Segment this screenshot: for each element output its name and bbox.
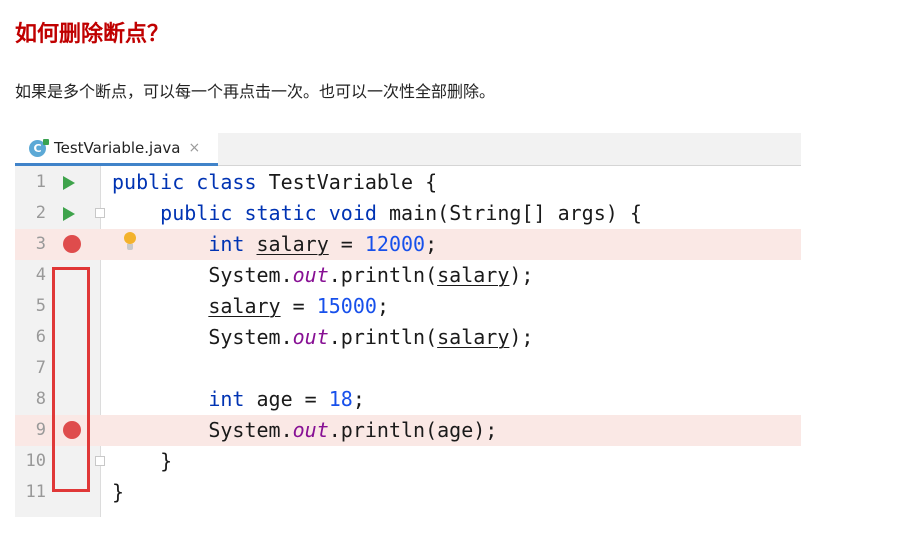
breakpoint-highlight-box xyxy=(52,267,90,492)
line-number: 8 xyxy=(35,389,46,409)
code-text: int salary = 12000; xyxy=(208,232,438,256)
code-line: 11 } xyxy=(15,477,801,508)
fold-icon[interactable] xyxy=(95,456,105,466)
code-line: 5 salary = 15000; xyxy=(15,291,801,322)
breakpoint-icon[interactable] xyxy=(63,235,81,253)
code-line: 8 int age = 18; xyxy=(15,384,801,415)
section-heading: 如何删除断点？ xyxy=(15,22,170,47)
code-line: 1 public class TestVariable { xyxy=(15,167,801,198)
code-text: System.out.println(salary); xyxy=(208,325,534,349)
line-number: 5 xyxy=(35,296,46,316)
code-line: 6 System.out.println(salary); xyxy=(15,322,801,353)
line-number: 6 xyxy=(35,327,46,347)
ide-editor-window: C TestVariable.java × 1 public class Tes… xyxy=(15,133,801,517)
line-number: 7 xyxy=(35,358,46,378)
line-number: 11 xyxy=(25,482,46,502)
line-number: 1 xyxy=(35,172,46,192)
breakpoint-line: 3 int salary = 12000; xyxy=(15,229,801,260)
code-text: System.out.println(salary); xyxy=(208,263,534,287)
run-icon[interactable] xyxy=(63,176,75,190)
close-icon[interactable]: × xyxy=(188,140,200,156)
code-text: int age = 18; xyxy=(208,387,365,411)
fold-icon[interactable] xyxy=(95,208,105,218)
code-line: 2 public static void main(String[] args)… xyxy=(15,198,801,229)
code-line: 10 } xyxy=(15,446,801,477)
code-text: System.out.println(age); xyxy=(208,418,498,442)
code-text: } xyxy=(112,480,125,504)
code-text: public class TestVariable { xyxy=(112,170,438,194)
run-icon[interactable] xyxy=(63,207,75,221)
java-class-icon: C xyxy=(29,138,49,157)
breakpoint-line: 9 System.out.println(age); xyxy=(15,415,801,446)
description-text: 如果是多个断点，可以每一个再点击一次。也可以一次性全部删除。 xyxy=(15,82,496,101)
line-number: 2 xyxy=(35,203,46,223)
code-text: } xyxy=(160,449,173,473)
line-number: 10 xyxy=(25,451,46,471)
code-text: salary = 15000; xyxy=(208,294,389,318)
code-editor[interactable]: 1 public class TestVariable { 2 public s… xyxy=(15,166,801,517)
line-number: 9 xyxy=(35,420,46,440)
code-text: public static void main(String[] args) { xyxy=(160,201,642,225)
editor-tab-bar: C TestVariable.java × xyxy=(15,133,801,166)
code-line: 4 System.out.println(salary); xyxy=(15,260,801,291)
line-number: 3 xyxy=(35,234,46,254)
line-number: 4 xyxy=(35,265,46,285)
code-line: 7 xyxy=(15,353,801,384)
tab-testvariable-java[interactable]: C TestVariable.java × xyxy=(15,133,218,166)
tab-label: TestVariable.java xyxy=(54,139,181,157)
